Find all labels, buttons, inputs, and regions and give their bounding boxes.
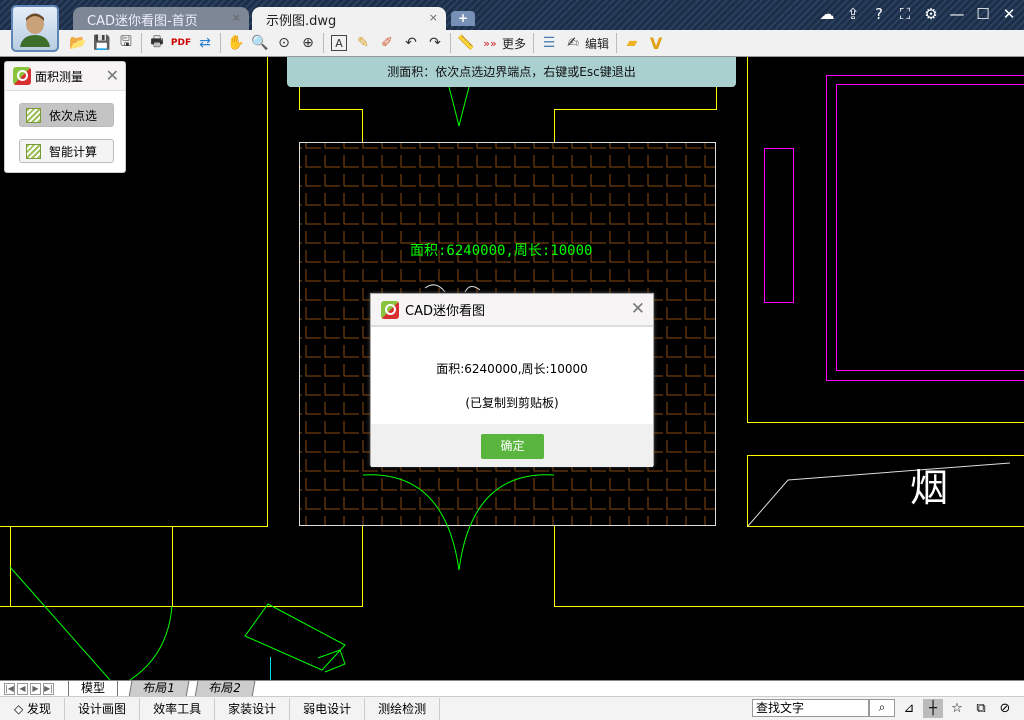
smart-calc-icon [26, 144, 41, 159]
layout-icon[interactable]: ⊿ [899, 699, 919, 718]
edit-icon[interactable]: ✍ [561, 32, 585, 54]
tab-label: 示例图.dwg [266, 14, 336, 29]
clipboard-note: (已复制到剪贴板) [371, 394, 653, 411]
panel-title: 面积测量 [35, 68, 83, 85]
divider [450, 33, 451, 53]
toolbar: 📂 💾 🖫 🖶 PDF ⇄ ✋ 🔍 ⊙ ⊕ A ✎ ✐ ↶ ↷ 📏 »» 更多 … [0, 30, 1024, 57]
eraser-icon[interactable]: ✐ [375, 32, 399, 54]
stair-line [748, 463, 1010, 526]
share-icon[interactable]: ⇪ [844, 5, 862, 23]
measure-icon[interactable]: 📏 [454, 32, 478, 54]
avatar[interactable] [11, 5, 59, 52]
area-select-icon [26, 108, 41, 123]
discover-button[interactable]: ◇ 发现 [0, 698, 65, 720]
efficiency-tools-button[interactable]: 效率工具 [140, 698, 215, 720]
button-label: 智能计算 [49, 143, 97, 160]
cloud-icon[interactable]: ☁ [818, 5, 836, 23]
smart-calc-button[interactable]: 智能计算 [19, 139, 114, 163]
divider [616, 33, 617, 53]
new-tab-button[interactable]: + [451, 11, 475, 26]
search-text-input[interactable]: 查找文字 [752, 699, 869, 717]
text-icon[interactable]: A [331, 35, 347, 51]
tab-drawing[interactable]: 示例图.dwg × [252, 7, 446, 30]
orbit-icon[interactable]: ⊘ [995, 699, 1015, 718]
sheet-tabs-bar: |◀ ◀ ▶ ▶| 模型 布局1 布局2 [0, 680, 1024, 696]
area-measure-panel: 面积测量 ✕ 依次点选 智能计算 [4, 61, 126, 173]
area-label: 面积:6240000,周长:10000 [410, 240, 592, 260]
room-label: 烟 [910, 457, 948, 512]
status-banner: 测面积：依次点选边界端点，右键或Esc键退出 [287, 57, 736, 87]
bottom-menu: ◇ 发现 设计画图 效率工具 家装设计 弱电设计 测绘检测 查找文字 ⌕ ⊿ ┼… [0, 696, 1024, 720]
more-icon[interactable]: »» [478, 32, 502, 54]
pencil-icon[interactable]: ✎ [351, 32, 375, 54]
close-icon[interactable]: ✕ [631, 299, 645, 319]
button-label: 依次点选 [49, 107, 97, 124]
next-sheet-icon[interactable]: ▶ [30, 683, 41, 695]
convert-icon[interactable]: ⇄ [193, 32, 217, 54]
tab-model[interactable]: 模型 [68, 681, 118, 697]
dialog-title: CAD迷你看图 [405, 300, 485, 319]
maximize-icon[interactable]: ☐ [974, 5, 992, 23]
search-icon[interactable]: ⌕ [869, 699, 895, 717]
home-design-button[interactable]: 家装设计 [215, 698, 290, 720]
zoom-extents-icon[interactable]: ⊙ [272, 32, 296, 54]
divider [533, 33, 534, 53]
app-logo-icon [381, 301, 399, 319]
close-icon[interactable]: × [429, 11, 438, 24]
tab-label: CAD迷你看图-首页 [87, 14, 198, 29]
last-sheet-icon[interactable]: ▶| [43, 683, 54, 695]
image-folder-icon[interactable]: ▰ [620, 32, 644, 54]
pan-icon[interactable]: ✋ [224, 32, 248, 54]
fullscreen-icon[interactable]: ⛶ [896, 5, 914, 23]
point-select-button[interactable]: 依次点选 [19, 103, 114, 127]
save-icon[interactable]: 💾 [90, 32, 114, 54]
save-as-icon[interactable]: 🖫 [114, 32, 138, 54]
star-icon[interactable]: ☆ [947, 699, 967, 718]
undo-icon[interactable]: ↶ [399, 32, 423, 54]
layers-icon[interactable]: ☰ [537, 32, 561, 54]
user-icon [18, 11, 52, 47]
title-bar: CAD迷你看图-首页 × 示例图.dwg × + ☁ ⇪ ? ⛶ ⚙ — ☐ ✕ [0, 0, 1024, 30]
divider [220, 33, 221, 53]
zoom-icon[interactable]: 🔍 [248, 32, 272, 54]
print-icon[interactable]: 🖶 [145, 32, 169, 54]
close-icon[interactable]: ✕ [106, 66, 119, 85]
survey-button[interactable]: 测绘检测 [365, 698, 440, 720]
tab-layout1[interactable]: 布局1 [129, 681, 189, 697]
close-icon[interactable]: × [232, 11, 241, 24]
tab-layout2[interactable]: 布局2 [195, 681, 255, 697]
zoom-window-icon[interactable]: ⊕ [296, 32, 320, 54]
furniture [765, 76, 1024, 381]
low-voltage-button[interactable]: 弱电设计 [290, 698, 365, 720]
close-window-icon[interactable]: ✕ [1000, 5, 1018, 23]
first-sheet-icon[interactable]: |◀ [4, 683, 15, 695]
tab-home[interactable]: CAD迷你看图-首页 × [73, 7, 249, 30]
redo-icon[interactable]: ↷ [423, 32, 447, 54]
result-dialog: CAD迷你看图 ✕ 面积:6240000,周长:10000 (已复制到剪贴板) … [370, 293, 654, 466]
prev-sheet-icon[interactable]: ◀ [17, 683, 28, 695]
result-message: 面积:6240000,周长:10000 [371, 360, 653, 377]
more-button[interactable]: 更多 [502, 35, 526, 52]
gear-icon[interactable]: ⚙ [922, 5, 940, 23]
app-logo-icon [13, 67, 31, 85]
open-icon[interactable]: 📂 [66, 32, 90, 54]
ok-button[interactable]: 确定 [481, 434, 544, 459]
divider [141, 33, 142, 53]
crosshair-icon[interactable]: ┼ [923, 699, 943, 718]
3d-icon[interactable]: ⧉ [971, 699, 991, 718]
help-icon[interactable]: ? [870, 5, 888, 23]
vip-icon[interactable]: V [644, 32, 668, 54]
minimize-icon[interactable]: — [948, 5, 966, 23]
divider [323, 33, 324, 53]
edit-button[interactable]: 编辑 [585, 35, 609, 52]
pdf-icon[interactable]: PDF [169, 32, 193, 54]
design-drawing-button[interactable]: 设计画图 [65, 698, 140, 720]
